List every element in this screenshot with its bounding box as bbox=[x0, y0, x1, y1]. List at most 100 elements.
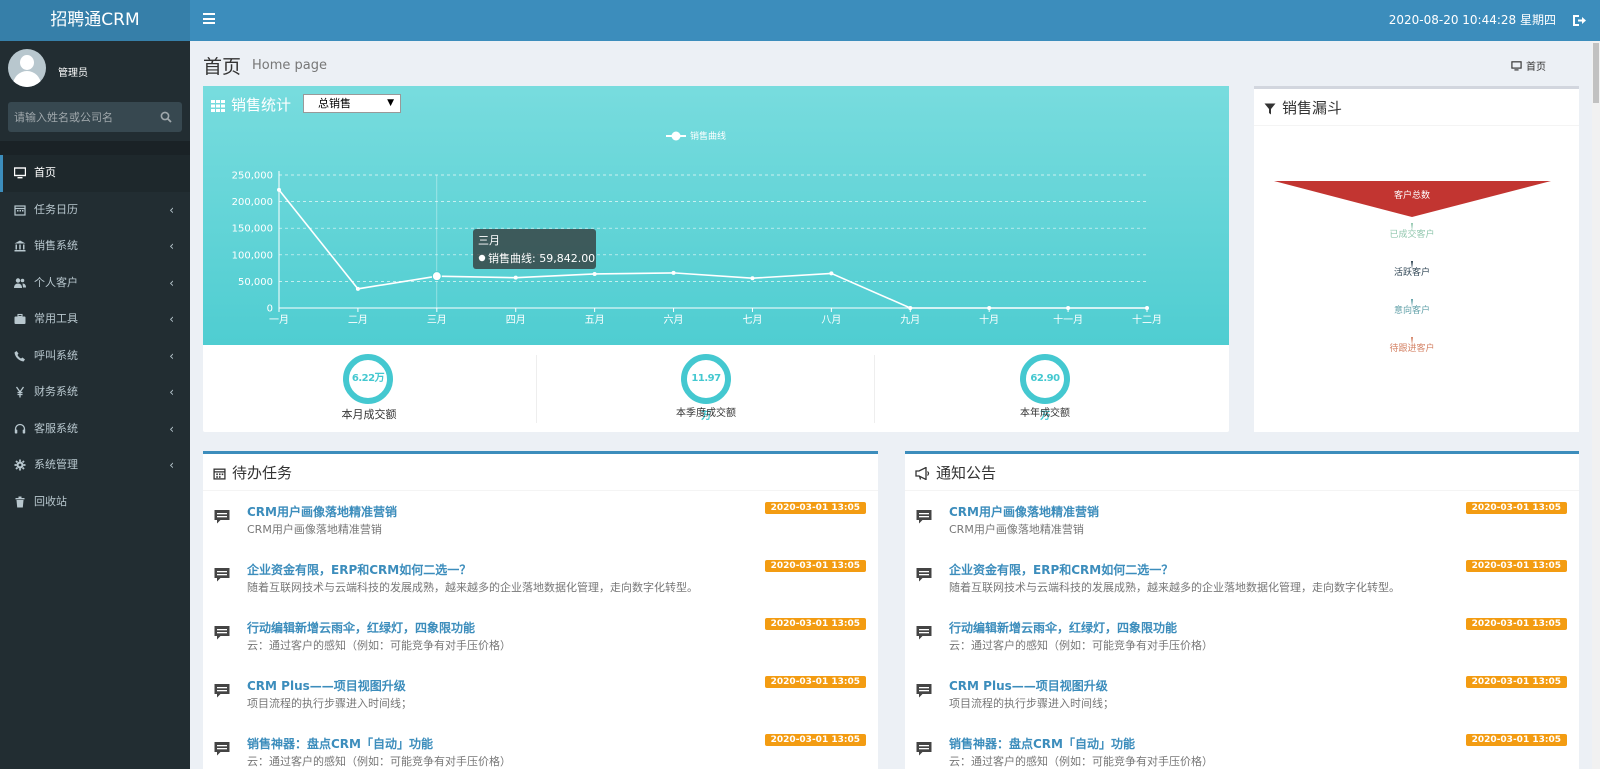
sidebar-item-label: 常用工具 bbox=[34, 312, 78, 325]
funnel-stage-label: 客户总数 bbox=[1394, 189, 1430, 201]
search-icon[interactable] bbox=[160, 111, 172, 123]
sidebar-toggle-icon[interactable] bbox=[203, 13, 215, 25]
item-title[interactable]: CRM Plus——项目视图升级 bbox=[247, 677, 406, 694]
sales-type-select[interactable]: 总销售 ▼ bbox=[303, 94, 401, 113]
list-item[interactable]: 销售神器：盘点CRM「自动」功能云：通过客户的感知（例如：可能竞争有对手压价格）… bbox=[203, 723, 878, 769]
logout-icon[interactable] bbox=[1572, 14, 1586, 27]
kpi-donut: 11.97万 bbox=[681, 354, 731, 422]
list-item[interactable]: CRM Plus——项目视图升级 项目流程的执行步骤进入时间线； 2020-03-0… bbox=[203, 665, 878, 723]
sidebar-item-label: 系统管理 bbox=[34, 458, 78, 471]
chevron-left-icon: ‹ bbox=[169, 348, 174, 363]
list-item[interactable]: 行动编辑新增云雨伞，红绿灯，四象限功能云：通过客户的感知（例如：可能竞争有对手压… bbox=[203, 607, 878, 665]
page-scrollbar[interactable] bbox=[1592, 41, 1600, 769]
item-title[interactable]: 销售神器：盘点CRM「自动」功能 bbox=[247, 735, 433, 752]
item-time-badge: 2020-03-01 13:05 bbox=[764, 560, 866, 572]
sidebar-item-finance[interactable]: 财务系统 ‹ bbox=[0, 374, 190, 411]
item-description: 云：通过客户的感知（例如：可能竞争有对手压价格） bbox=[247, 639, 511, 652]
data-point bbox=[987, 306, 992, 310]
item-title[interactable]: CRM用户画像落地精准营销 bbox=[247, 503, 397, 520]
notice-list: CRM用户画像落地精准营销 CRM用户画像落地精准营销 2020-03-01 13:… bbox=[905, 491, 1579, 769]
funnel-stage-label: 已成交客户 bbox=[1389, 228, 1434, 240]
sidebar-item-customers[interactable]: 个人客户 ‹ bbox=[0, 265, 190, 302]
sales-line-chart[interactable]: 销售曲线 0 50,000 100,000 150,000 200,000 250,000 一… bbox=[203, 86, 1229, 345]
sidebar-item-call[interactable]: 呼叫系统 ‹ bbox=[0, 338, 190, 375]
tooltip-value: 销售曲线: 59,842.00 bbox=[488, 251, 595, 265]
sidebar: 管理员 首页 任务日历 ‹ 销售系统 ‹ 个人客户 ‹ bbox=[0, 41, 190, 769]
kpi-label: 本季度成交额 bbox=[676, 408, 736, 419]
sales-funnel-chart[interactable]: 客户总数已成交客户活跃客户意向客户待跟进客户 bbox=[1254, 126, 1577, 426]
search-input[interactable] bbox=[8, 102, 153, 132]
kpi-value: 11.97万 bbox=[691, 373, 721, 422]
data-point bbox=[513, 275, 518, 280]
chevron-left-icon: ‹ bbox=[169, 458, 174, 472]
list-item[interactable]: 企业资金有限，ERP和CRM如何二选一？ 随着互联网技术与云端科技的发展成熟，越来… bbox=[905, 549, 1579, 607]
item-title[interactable]: 企业资金有限，ERP和CRM如何二选一？ bbox=[247, 561, 471, 578]
sidebar-item-label: 任务日历 bbox=[34, 202, 78, 216]
list-item[interactable]: 销售神器：盘点CRM「自动」功能 云：通过客户的感知（例如：可能竞争有对手压价格）… bbox=[905, 723, 1579, 769]
item-description: 随着互联网技术与云端科技的发展成熟，越来越多的企业落地数据化管理，走向数字化转型… bbox=[949, 581, 1400, 594]
sidebar-item-tools[interactable]: 常用工具 ‹ bbox=[0, 301, 190, 338]
sidebar-item-label: 首页 bbox=[34, 166, 56, 179]
gear-icon bbox=[14, 459, 26, 471]
list-item[interactable]: 企业资金有限，ERP和CRM如何二选一？ 随着互联网技术与云端科技的发展成熟，越来… bbox=[203, 549, 878, 607]
breadcrumb[interactable]: 首页 bbox=[1511, 58, 1546, 73]
item-title[interactable]: 企业资金有限，ERP和CRM如何二选一？ bbox=[949, 561, 1173, 578]
data-point bbox=[431, 271, 442, 282]
item-description: 项目流程的执行步骤进入时间线； bbox=[247, 697, 412, 710]
item-description: 随着互联网技术与云端科技的发展成熟，越来越多的企业落地数据化管理，走向数字化转型… bbox=[247, 581, 698, 594]
item-title[interactable]: 销售神器：盘点CRM「自动」功能 bbox=[949, 735, 1135, 752]
x-tick-label: 十一月 bbox=[1053, 313, 1083, 326]
x-tick-label: 二月 bbox=[348, 314, 368, 326]
tooltip-marker bbox=[478, 254, 486, 262]
comment-icon bbox=[214, 626, 230, 640]
app-logo[interactable]: 招聘通CRM bbox=[0, 0, 190, 41]
item-description: 云：通过客户的感知（例如：可能竞争有对手压价格） bbox=[247, 755, 511, 768]
data-point bbox=[277, 187, 281, 192]
desktop-icon bbox=[14, 167, 26, 179]
box-header: 待办任务 bbox=[203, 454, 878, 491]
comment-icon bbox=[916, 626, 932, 640]
page-subtitle: Home page bbox=[252, 58, 327, 73]
kpi-value: 62.90万 bbox=[1030, 373, 1060, 422]
x-tick-label: 六月 bbox=[664, 314, 684, 326]
sidebar-item-service[interactable]: 客服系统 ‹ bbox=[0, 411, 190, 448]
sidebar-item-calendar[interactable]: 任务日历 ‹ bbox=[0, 192, 190, 229]
sidebar-item-sales[interactable]: 销售系统 ‹ bbox=[0, 228, 190, 265]
item-time-badge: 2020-03-01 13:05 bbox=[1465, 560, 1567, 572]
list-item[interactable]: CRM用户画像落地精准营销 CRM用户画像落地精准营销 2020-03-01 13:… bbox=[905, 491, 1579, 549]
calendar-icon bbox=[14, 204, 26, 216]
top-navbar: 招聘通CRM 2020-08-20 10:44:28 星期四 bbox=[0, 0, 1600, 41]
desktop-icon bbox=[1511, 61, 1522, 71]
trash-icon bbox=[15, 496, 25, 507]
bank-icon bbox=[14, 240, 26, 252]
sales-title: 销售统计 bbox=[211, 94, 291, 115]
sidebar-item-system[interactable]: 系统管理 ‹ bbox=[0, 447, 190, 484]
content-header: 首页 Home page 首页 bbox=[190, 41, 1600, 86]
list-item[interactable]: CRM用户画像落地精准营销 CRM用户画像落地精准营销 2020-03-01 13:… bbox=[203, 491, 878, 549]
sidebar-item-label: 客服系统 bbox=[34, 421, 78, 435]
series-line bbox=[278, 189, 1147, 309]
comment-icon bbox=[916, 684, 932, 698]
item-title[interactable]: 行动编辑新增云雨伞，红绿灯，四象限功能 bbox=[247, 619, 475, 636]
list-item[interactable]: 行动编辑新增云雨伞，红绿灯，四象限功能云：通过客户的感知（例如：可能竞争有对手压… bbox=[905, 607, 1579, 665]
scrollbar-thumb[interactable] bbox=[1593, 43, 1599, 103]
item-title[interactable]: CRM用户画像落地精准营销 bbox=[949, 503, 1099, 520]
item-time-badge: 2020-03-01 13:05 bbox=[1465, 618, 1567, 630]
sidebar-item-label: 回收站 bbox=[34, 494, 67, 508]
y-tick-label: 0 bbox=[267, 304, 273, 315]
item-description: 云：通过客户的感知（例如：可能竞争有对手压价格） bbox=[949, 639, 1213, 652]
breadcrumb-item[interactable]: 首页 bbox=[1526, 62, 1546, 73]
list-item[interactable]: CRM Plus——项目视图升级 项目流程的执行步骤进入时间线； 2020-03-0… bbox=[905, 665, 1579, 723]
x-tick-label: 三月 bbox=[427, 314, 447, 326]
phone-icon bbox=[14, 350, 25, 361]
kpi-row: 6.22万 本月成交额 11.97万 本季度成交额 62.90万 本年成交额 bbox=[203, 345, 1229, 432]
data-point bbox=[592, 271, 597, 276]
sidebar-item-recycle[interactable]: 回收站 bbox=[0, 484, 190, 521]
sidebar-item-home[interactable]: 首页 bbox=[0, 155, 190, 192]
y-tick-label: 150,000 bbox=[232, 224, 273, 235]
sales-funnel-box: 销售漏斗 客户总数 已成交客户 活跃客户 意向客户 待跟进客户 bbox=[1254, 86, 1579, 432]
sales-type-value: 总销售 bbox=[318, 97, 351, 110]
item-title[interactable]: CRM Plus——项目视图升级 bbox=[949, 677, 1108, 694]
kpi-month: 6.22万 本月成交额 bbox=[203, 345, 536, 432]
item-title[interactable]: 行动编辑新增云雨伞，红绿灯，四象限功能 bbox=[949, 619, 1177, 636]
